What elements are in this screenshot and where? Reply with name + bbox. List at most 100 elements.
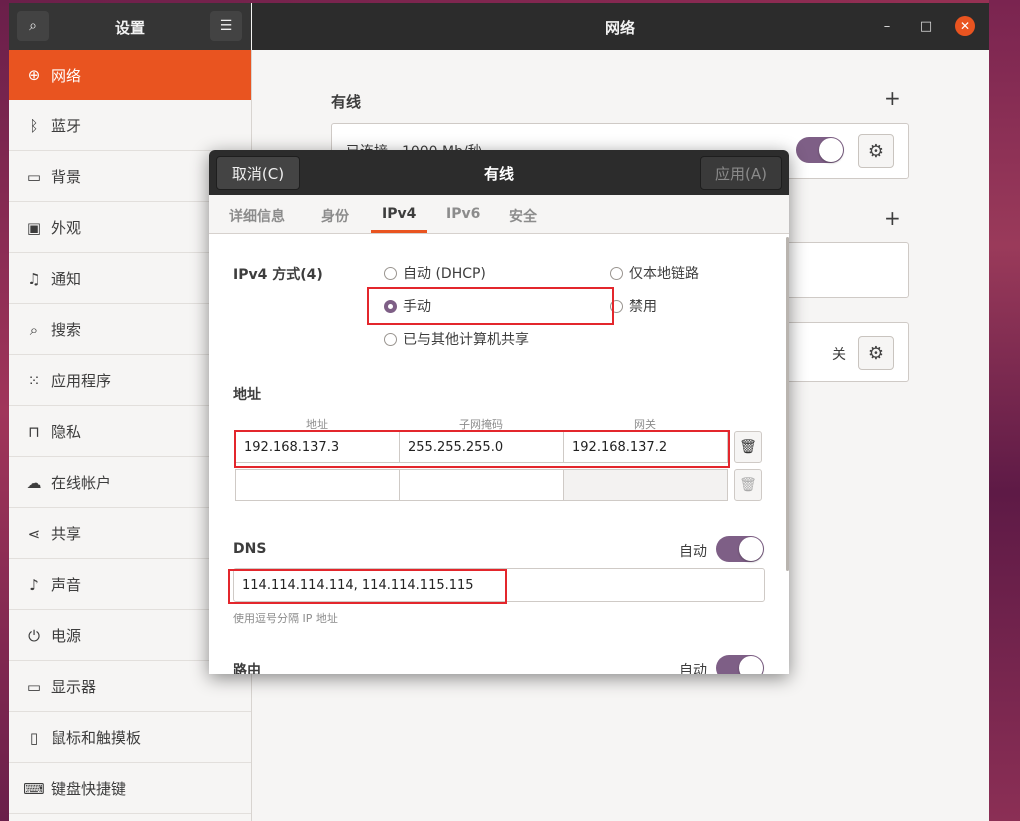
- new-address-field[interactable]: [235, 469, 400, 501]
- add-vpn-button[interactable]: +: [884, 206, 901, 230]
- gear-icon: ⚙: [867, 140, 885, 162]
- wired-settings-dialog: 取消(C) 有线 应用(A) 详细信息 身份 IPv4 IPv6 安全 IPv4…: [209, 150, 789, 674]
- search-icon: ⌕: [29, 320, 39, 339]
- plus-icon: +: [884, 86, 901, 110]
- wired-toggle[interactable]: [796, 137, 844, 163]
- tab-identity[interactable]: 身份: [321, 206, 349, 226]
- radio-indicator: [610, 299, 623, 313]
- netmask-column-header: 子网掩码: [459, 418, 503, 431]
- maximize-button[interactable]: □: [917, 17, 935, 35]
- close-icon: ✕: [959, 19, 971, 33]
- minimize-button[interactable]: –: [878, 17, 896, 35]
- radio-label: 已与其他计算机共享: [403, 332, 529, 348]
- delete-address-button[interactable]: 🗑: [734, 431, 762, 463]
- tab-ipv4[interactable]: IPv4: [382, 206, 416, 222]
- tab-details[interactable]: 详细信息: [229, 206, 285, 226]
- radio-label: 自动 (DHCP): [403, 266, 486, 282]
- sidebar-item-label: 通知: [51, 270, 82, 288]
- dialog-tabs: 详细信息 身份 IPv4 IPv6 安全: [209, 195, 789, 234]
- menu-button[interactable]: ☰: [210, 11, 242, 41]
- share-icon: ⋖: [27, 524, 41, 543]
- dialog-scrollbar[interactable]: [786, 237, 789, 571]
- sidebar-item-label: 在线帐户: [51, 474, 112, 492]
- sidebar-item-label: 显示器: [51, 678, 97, 696]
- tab-ipv6[interactable]: IPv6: [446, 206, 480, 222]
- address-section-title: 地址: [233, 387, 261, 403]
- sidebar-item-mouse-touchpad[interactable]: ▯ 鼠标和触摸板: [9, 713, 251, 763]
- wired-section-title: 有线: [331, 93, 362, 111]
- sidebar-item-bluetooth[interactable]: ᛒ 蓝牙: [9, 101, 251, 151]
- sidebar-item-keyboard-shortcuts[interactable]: ⌨ 键盘快捷键: [9, 764, 251, 814]
- sidebar-item-network[interactable]: ⊕ 网络: [9, 50, 251, 100]
- radio-shared[interactable]: 已与其他计算机共享: [384, 329, 529, 349]
- keyboard-icon: ⌨: [23, 779, 45, 798]
- close-button[interactable]: ✕: [955, 16, 975, 36]
- dialog-headerbar: 取消(C) 有线 应用(A): [209, 150, 789, 195]
- add-wired-button[interactable]: +: [884, 86, 901, 110]
- desktop-background-left: [0, 0, 9, 821]
- mouse-icon: ▯: [29, 728, 39, 747]
- bell-icon: ♫: [27, 269, 41, 288]
- background-icon: ▭: [26, 167, 42, 186]
- ipv4-panel: IPv4 方式(4) 自动 (DHCP) 仅本地链路 手动 禁用 已与其他计算机…: [209, 234, 789, 674]
- proxy-settings-button[interactable]: ⚙: [858, 336, 894, 370]
- content-headerbar: 网络 – □: [252, 3, 989, 50]
- sidebar-item-label: 电源: [51, 627, 82, 645]
- dns-auto-label: 自动: [679, 544, 707, 560]
- display-icon: ▭: [26, 677, 42, 696]
- dns-auto-toggle[interactable]: [716, 536, 764, 562]
- lock-icon: ⊓: [28, 422, 40, 441]
- apps-grid-icon: ⁙: [27, 371, 41, 390]
- sidebar-item-label: 鼠标和触摸板: [51, 729, 142, 747]
- appearance-icon: ▣: [26, 218, 42, 237]
- gear-icon: ⚙: [867, 342, 885, 364]
- proxy-state: 关: [832, 347, 846, 363]
- active-tab-indicator: [371, 230, 427, 233]
- gateway-column-header: 网关: [634, 418, 656, 431]
- route-auto-toggle[interactable]: [716, 655, 764, 674]
- address-field[interactable]: 192.168.137.3: [235, 431, 400, 463]
- sidebar-item-label: 共享: [51, 525, 82, 543]
- netmask-field[interactable]: 255.255.255.0: [399, 431, 564, 463]
- new-netmask-field[interactable]: [399, 469, 564, 501]
- sidebar-item-label: 键盘快捷键: [51, 780, 127, 798]
- apply-button[interactable]: 应用(A): [700, 156, 782, 190]
- route-auto-label: 自动: [679, 663, 707, 674]
- radio-link-local[interactable]: 仅本地链路: [610, 263, 699, 283]
- radio-auto-dhcp[interactable]: 自动 (DHCP): [384, 263, 486, 283]
- gateway-field[interactable]: 192.168.137.2: [563, 431, 728, 463]
- tab-security[interactable]: 安全: [509, 206, 537, 226]
- sidebar-item-label: 背景: [51, 168, 82, 186]
- radio-label: 手动: [403, 299, 431, 315]
- toggle-knob: [739, 656, 763, 674]
- wired-settings-button[interactable]: ⚙: [858, 134, 894, 168]
- delete-empty-row-button[interactable]: 🗑: [734, 469, 762, 501]
- sidebar-item-label: 网络: [51, 66, 82, 85]
- trash-icon: 🗑: [739, 439, 757, 455]
- radio-disabled[interactable]: 禁用: [610, 296, 657, 316]
- radio-label: 禁用: [629, 299, 657, 315]
- radio-indicator: [384, 332, 397, 346]
- new-gateway-field[interactable]: [563, 469, 728, 501]
- address-column-header: 地址: [306, 418, 328, 431]
- sidebar-item-label: 蓝牙: [51, 117, 82, 135]
- plus-icon: +: [884, 206, 901, 230]
- toggle-knob: [739, 537, 763, 561]
- page-title: 网络: [605, 19, 636, 37]
- sidebar-item-label: 搜索: [51, 321, 82, 339]
- ipv4-method-label: IPv4 方式(4): [233, 267, 323, 283]
- radio-manual[interactable]: 手动: [384, 296, 431, 316]
- sidebar-item-label: 声音: [51, 576, 82, 594]
- radio-label: 仅本地链路: [629, 266, 699, 282]
- settings-title: 设置: [115, 19, 146, 37]
- radio-indicator: [384, 266, 397, 280]
- toggle-knob: [819, 138, 843, 162]
- route-section-title: 路由: [233, 663, 261, 674]
- sidebar-item-label: 隐私: [51, 423, 82, 441]
- dns-section-title: DNS: [233, 541, 267, 557]
- power-icon: ⏻: [28, 626, 40, 645]
- bluetooth-icon: ᛒ: [29, 116, 39, 135]
- music-note-icon: ♪: [29, 575, 39, 594]
- dns-input[interactable]: 114.114.114.114, 114.114.115.115: [233, 568, 765, 602]
- search-button[interactable]: ⌕: [17, 11, 49, 41]
